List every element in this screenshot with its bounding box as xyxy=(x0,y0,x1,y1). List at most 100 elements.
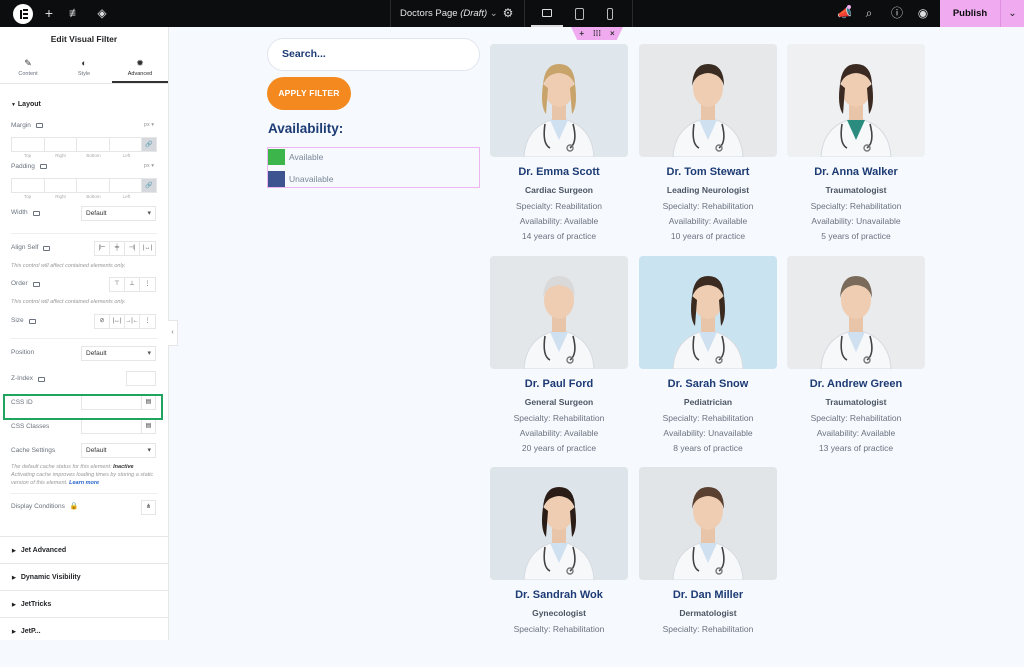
padding-left-input[interactable] xyxy=(110,179,142,192)
tab-label: Content xyxy=(18,71,38,77)
align-center-icon[interactable]: ╪ xyxy=(110,242,125,255)
margin-left-input[interactable] xyxy=(110,138,142,151)
doctor-card[interactable]: Dr. Emma Scott Cardiac Surgeon Specialty: … xyxy=(490,44,628,244)
doctor-card[interactable]: Dr. Sandrah Wok Gynecologist Specialty: Re… xyxy=(490,467,628,667)
cache-settings-select[interactable]: Default xyxy=(81,443,156,458)
doctor-card[interactable]: Dr. Paul Ford General Surgeon Specialty: R… xyxy=(490,256,628,456)
padding-bottom-input[interactable] xyxy=(77,179,110,192)
doctor-experience: 5 years of practice xyxy=(821,231,891,241)
desktop-icon xyxy=(35,123,43,128)
doctor-card[interactable]: Dr. Dan Miller Dermatologist Specialty: Re… xyxy=(639,467,777,667)
doctor-name[interactable]: Dr. Emma Scott xyxy=(490,166,628,182)
filter-option-available[interactable]: Available xyxy=(268,148,479,166)
margin-right-input[interactable] xyxy=(45,138,77,151)
layout-section-toggle[interactable]: ▼ Layout xyxy=(0,96,168,114)
section-title: Layout xyxy=(17,101,41,108)
css-classes-input[interactable]: ▤ xyxy=(81,419,156,434)
lock-icon: 🔒 xyxy=(69,503,79,510)
size-shrink-icon[interactable]: →|← xyxy=(125,315,140,328)
width-select[interactable]: Default xyxy=(81,206,156,221)
doctor-name[interactable]: Dr. Sandrah Wok xyxy=(490,589,628,605)
section-handle[interactable]: + ⁞⁞⁞ × xyxy=(571,27,623,40)
apply-filter-button[interactable]: APPLY FILTER xyxy=(267,77,351,110)
drag-handle-icon[interactable]: ⁞⁞⁞ xyxy=(593,29,601,38)
align-start-icon[interactable]: |⊢ xyxy=(95,242,110,255)
position-select[interactable]: Default xyxy=(81,346,156,361)
help-icon[interactable]: ⓘ xyxy=(890,6,904,20)
doctor-name[interactable]: Dr. Andrew Green xyxy=(787,378,925,394)
align-end-icon[interactable]: ⊣| xyxy=(125,242,140,255)
margin-bottom-input[interactable] xyxy=(77,138,110,151)
divider xyxy=(390,0,391,27)
jet-advanced-section[interactable]: ▶ Jet Advanced xyxy=(0,536,168,563)
doctor-name[interactable]: Dr. Tom Stewart xyxy=(639,166,777,182)
margin-top-input[interactable] xyxy=(12,138,45,151)
doctor-name[interactable]: Dr. Anna Walker xyxy=(787,166,925,182)
close-icon[interactable]: × xyxy=(610,29,615,38)
padding-right-input[interactable] xyxy=(45,179,77,192)
order-first-icon[interactable]: ⊤ xyxy=(110,278,125,291)
doctor-specialty: Specialty: Rehabilitation xyxy=(513,624,605,634)
learn-more-link[interactable]: Learn more xyxy=(69,480,99,486)
dynamic-tags-icon[interactable]: ▤ xyxy=(141,420,155,433)
tab-style[interactable]: ◐ Style xyxy=(56,52,112,83)
doctor-availability: Availability: Available xyxy=(519,428,599,438)
doctor-name[interactable]: Dr. Sarah Snow xyxy=(639,378,777,394)
search-input[interactable]: Search... xyxy=(267,38,480,71)
layers-icon[interactable]: ◈ xyxy=(95,6,109,20)
doctor-card[interactable]: Dr. Anna Walker Traumatologist Specialty: … xyxy=(787,44,925,244)
padding-top-input[interactable] xyxy=(12,179,45,192)
align-self-buttons: |⊢ ╪ ⊣| |↔| xyxy=(94,241,156,256)
padding-control: Padding px ▾ xyxy=(0,163,168,173)
jettricks-section[interactable]: ▶ JetTricks xyxy=(0,590,168,617)
z-index-input[interactable] xyxy=(126,371,156,386)
add-section-icon[interactable]: + xyxy=(579,29,584,38)
doctor-availability: Availability: Unavailable xyxy=(811,216,901,226)
color-swatch xyxy=(268,171,285,187)
position-label: Position xyxy=(11,349,35,356)
more-options-icon[interactable]: ⋮ xyxy=(140,315,155,328)
desktop-view-button[interactable] xyxy=(531,0,563,27)
cache-settings-label: Cache Settings xyxy=(11,447,56,454)
doctor-availability xyxy=(490,637,628,652)
more-options-icon[interactable]: ⋮ xyxy=(140,278,155,291)
filter-option-unavailable[interactable]: Unavailable xyxy=(268,170,479,188)
publish-options-button[interactable]: ⌄ xyxy=(1000,0,1024,27)
add-icon[interactable]: + xyxy=(42,6,56,20)
doctor-card[interactable]: Dr. Sarah Snow Pediatrician Specialty: Reh… xyxy=(639,256,777,456)
unit-select[interactable]: px ▾ xyxy=(144,122,154,128)
tab-advanced[interactable]: ✹ Advanced xyxy=(112,52,168,83)
preview-eye-icon[interactable]: ◉ xyxy=(916,6,930,20)
option-label: Available xyxy=(289,152,324,162)
align-stretch-icon[interactable]: |↔| xyxy=(140,242,155,255)
dynamic-visibility-section[interactable]: ▶ Dynamic Visibility xyxy=(0,563,168,590)
publish-button[interactable]: Publish xyxy=(940,0,1000,27)
unit-select[interactable]: px ▾ xyxy=(144,163,154,169)
align-self-note: This control will affect contained eleme… xyxy=(11,263,126,269)
conditions-tree-button[interactable]: ⋔ xyxy=(141,500,156,515)
z-index-label: Z-Index xyxy=(11,375,34,382)
size-none-icon[interactable]: ⊘ xyxy=(95,315,110,328)
desktop-icon xyxy=(32,281,40,287)
order-last-icon[interactable]: ⊥ xyxy=(125,278,140,291)
elementor-logo-icon[interactable] xyxy=(13,4,33,24)
settings-sliders-icon[interactable]: ≢ xyxy=(68,6,82,20)
mobile-view-button[interactable] xyxy=(594,0,626,27)
doctor-card[interactable]: Dr. Tom Stewart Leading Neurologist Specia… xyxy=(639,44,777,244)
page-settings-icon[interactable]: ⚙ xyxy=(501,6,515,20)
collapse-panel-button[interactable]: ‹ xyxy=(168,320,178,346)
dimension-labels: Top Right Bottom Left xyxy=(23,153,131,158)
size-grow-icon[interactable]: |↔| xyxy=(110,315,125,328)
tablet-view-button[interactable] xyxy=(563,0,595,27)
doctor-name[interactable]: Dr. Paul Ford xyxy=(490,378,628,394)
tab-content[interactable]: ✎ Content xyxy=(0,52,56,83)
doctor-card[interactable]: Dr. Andrew Green Traumatologist Specialty:… xyxy=(787,256,925,456)
notifications-icon[interactable]: 📣 xyxy=(837,5,852,20)
doctor-availability: Availability: Unavailable xyxy=(663,428,753,438)
doctor-name[interactable]: Dr. Dan Miller xyxy=(639,589,777,605)
link-values-button[interactable]: 🔗 xyxy=(142,179,156,192)
link-values-button[interactable]: 🔗 xyxy=(142,138,156,151)
page-title-dropdown[interactable]: Doctors Page (Draft) ⌄ xyxy=(400,0,498,27)
jet-section[interactable]: ▶ JetP... xyxy=(0,617,168,640)
search-icon[interactable]: ⌕ xyxy=(862,6,876,20)
